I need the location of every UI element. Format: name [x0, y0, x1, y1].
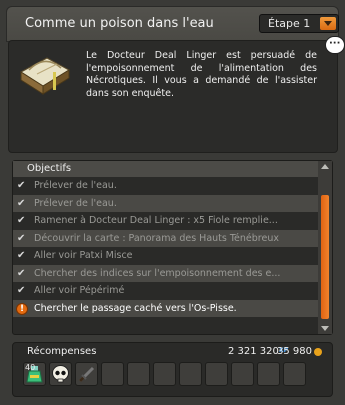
checkmark-icon: ✔ [17, 250, 26, 261]
reward-slot[interactable] [75, 362, 98, 386]
objectives-list: ✔ Prélever de l'eau. ✔ Prélever de l'eau… [13, 177, 318, 317]
checkmark-icon: ✔ [17, 180, 26, 191]
quest-description: Le Docteur Deal Linger est persuadé de l… [86, 50, 317, 99]
reward-slot-empty [283, 362, 306, 386]
skull-item-icon [52, 365, 69, 383]
chevron-down-icon[interactable] [320, 17, 336, 30]
objective-text: Aller voir Pépérimé [34, 285, 125, 296]
objective-text: Découvrir la carte : Panorama des Hauts … [34, 232, 279, 244]
scroll-down-arrow-icon[interactable] [321, 326, 329, 331]
checkmark-icon: ✔ [17, 285, 26, 296]
scrollbar-thumb[interactable] [321, 195, 329, 319]
checkmark-icon: ✔ [17, 232, 26, 244]
reward-slot-empty [153, 362, 176, 386]
reward-slot-empty [101, 362, 124, 386]
objective-row[interactable]: ✔ Découvrir la carte : Panorama des Haut… [13, 229, 318, 247]
quest-title: Comme un poison dans l'eau [25, 16, 214, 31]
objectives-header: Objectifs [13, 161, 319, 177]
item-quantity: 40 [25, 363, 36, 372]
objective-text: Prélever de l'eau. [34, 197, 117, 209]
reward-slot-empty [127, 362, 150, 386]
objective-row[interactable]: ✔ Aller voir Pépérimé [13, 282, 318, 300]
objective-text: Aller voir Patxi Misce [34, 250, 133, 261]
speech-bubble-icon[interactable]: ··· [325, 36, 345, 54]
objective-row[interactable]: ✔ Aller voir Patxi Misce [13, 247, 318, 265]
objective-row[interactable]: ✔ Chercher des indices sur l'empoisonnem… [13, 264, 318, 282]
objectives-title: Objectifs [27, 163, 72, 174]
reward-slot-empty [231, 362, 254, 386]
scroll-up-arrow-icon[interactable] [321, 164, 329, 169]
step-dropdown[interactable]: Étape 1 [259, 14, 339, 33]
quest-panel: Comme un poison dans l'eau Étape 1 ··· L… [0, 0, 345, 405]
checkmark-icon: ✔ [17, 197, 26, 209]
checkmark-icon: ✔ [17, 215, 26, 226]
dagger-item-icon [78, 366, 95, 383]
checkmark-icon: ✔ [17, 267, 26, 279]
reward-slot-empty [205, 362, 228, 386]
objective-text: Ramener à Docteur Deal Linger : x5 Fiole… [34, 215, 278, 226]
kamas-reward-value: 35 980 [277, 346, 312, 357]
reward-slot[interactable]: 40 [23, 362, 46, 386]
objective-row[interactable]: ✔ Prélever de l'eau. [13, 194, 318, 212]
reward-slot-empty [257, 362, 280, 386]
quest-header: Comme un poison dans l'eau Étape 1 [6, 6, 339, 42]
objective-row-current[interactable]: Chercher le passage caché vers l'Os-Piss… [13, 299, 318, 317]
objective-text: Prélever de l'eau. [34, 180, 117, 191]
objective-text: Chercher le passage caché vers l'Os-Piss… [34, 302, 237, 314]
reward-slot-empty [179, 362, 202, 386]
objective-row[interactable]: ✔ Ramener à Docteur Deal Linger : x5 Fio… [13, 212, 318, 230]
objectives-scrollbar[interactable] [318, 161, 332, 334]
quest-book-icon [20, 57, 70, 95]
exclamation-icon [16, 301, 28, 317]
xp-reward-value: 2 321 320 [228, 346, 279, 357]
reward-slot[interactable] [49, 362, 72, 386]
objective-row[interactable]: ✔ Prélever de l'eau. [13, 177, 318, 195]
kama-coin-icon [314, 348, 322, 356]
step-dropdown-value: Étape 1 [268, 17, 311, 30]
objective-text: Chercher des indices sur l'empoisonnemen… [34, 267, 281, 279]
rewards-title: Récompenses [27, 346, 97, 357]
